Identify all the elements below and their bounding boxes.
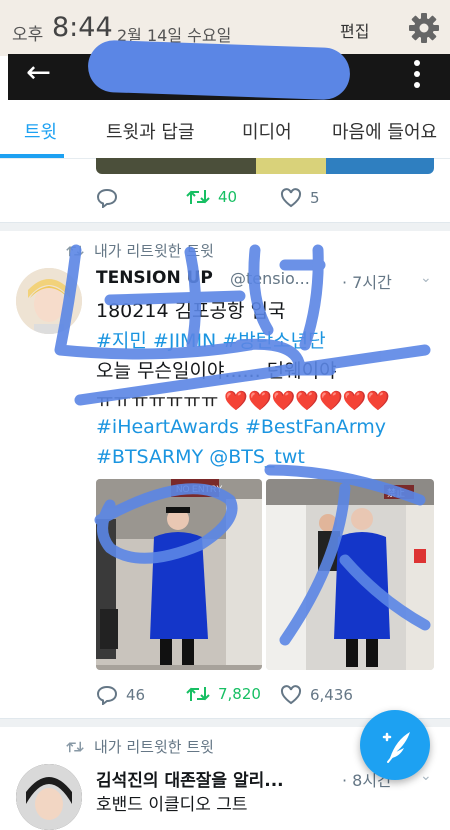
tweet-divider: [0, 222, 450, 231]
avatar-image: [16, 764, 82, 830]
reply-icon: [96, 188, 118, 208]
retweeted-by-label: 내가 리트윗한 트윗: [66, 736, 214, 757]
gear-icon[interactable]: [408, 12, 440, 44]
retweet-button[interactable]: 40: [186, 188, 237, 206]
retweet-small-icon: [66, 245, 84, 256]
tweet-author-name[interactable]: 김석진의 대존잘을 알리...: [96, 766, 284, 791]
tab-tweets-replies[interactable]: 트윗과 답글: [106, 118, 195, 144]
compose-tweet-button[interactable]: [360, 710, 430, 780]
chevron-down-icon[interactable]: ⌄: [420, 270, 432, 286]
tab-media[interactable]: 미디어: [242, 118, 292, 144]
no-entry-sign: NO ENTRY: [176, 484, 222, 494]
tab-active-indicator: [0, 154, 64, 158]
tweet-text-line: 180214 김포공항 입국: [96, 300, 286, 322]
status-ampm: 오후: [12, 25, 44, 45]
reply-button[interactable]: 46: [96, 685, 145, 705]
profile-tabs: 트윗 트윗과 답글 미디어 마음에 들어요: [0, 100, 450, 159]
tweet-author-handle[interactable]: @tensio...: [230, 269, 310, 288]
reply-icon: [96, 685, 118, 705]
tweet-text-line: ㅠㅠㅠㅠㅠㅠㅠ ❤️❤️❤️❤️❤️❤️❤️: [96, 390, 391, 412]
retweet-small-icon: [66, 741, 84, 752]
tweet-author-name[interactable]: TENSION UP: [96, 268, 213, 288]
tab-likes[interactable]: 마음에 들어요: [332, 118, 437, 144]
like-count: 5: [310, 189, 320, 207]
reply-button[interactable]: [96, 188, 118, 208]
tweet-hashtags[interactable]: #iHeartAwards #BestFanArmy: [96, 416, 386, 438]
edit-button[interactable]: 편집: [340, 18, 369, 42]
retweet-button[interactable]: 7,820: [186, 685, 261, 703]
avatar-image: [16, 268, 82, 334]
tweet-text-line: 호밴드 이클디오 그트: [96, 795, 248, 815]
prev-tweet-actions: 40 5: [0, 188, 450, 212]
like-count: 6,436: [310, 686, 353, 704]
tweet-photo-2[interactable]: 禁止: [266, 479, 434, 670]
tweet-hashtags[interactable]: #BTSARMY @BTS_twt: [96, 446, 305, 468]
retweet-count: 40: [218, 188, 238, 206]
back-arrow-icon[interactable]: ←: [26, 58, 51, 88]
status-time: 8:44: [52, 12, 113, 43]
like-button[interactable]: 6,436: [280, 685, 353, 705]
tweet-hashtags[interactable]: #지민 #JIMIN #방탄소년단: [96, 326, 326, 353]
tweet-text-line: 오늘 무슨일이야...... 던웨이야: [96, 360, 337, 382]
heart-icon: [280, 188, 302, 208]
tweet-time: · 7시간: [342, 273, 392, 292]
retweeted-by-label: 내가 리트윗한 트윗: [66, 240, 214, 261]
retweet-icon: [186, 190, 210, 204]
heart-icon: [280, 685, 302, 705]
no-entry-sign-2: 禁止: [387, 487, 405, 498]
tab-tweets[interactable]: 트윗: [24, 118, 57, 144]
avatar[interactable]: [16, 268, 82, 334]
tweet-photo-1[interactable]: NO ENTRY: [96, 479, 262, 670]
like-button[interactable]: 5: [280, 188, 320, 208]
more-options-icon[interactable]: [414, 60, 420, 93]
retweet-icon: [186, 687, 210, 701]
reply-count: 46: [126, 686, 146, 704]
prev-tweet-media[interactable]: [96, 158, 434, 174]
compose-feather-icon: [382, 732, 410, 763]
avatar[interactable]: [16, 764, 82, 830]
retweet-count: 7,820: [218, 685, 261, 703]
scribble-redaction: [87, 39, 351, 101]
